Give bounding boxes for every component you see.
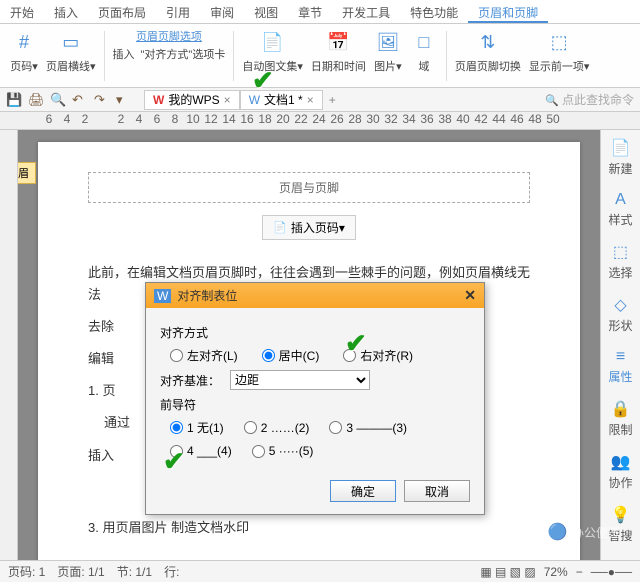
dropdown-icon[interactable]: ▾: [116, 92, 132, 108]
field-button[interactable]: □域: [406, 28, 442, 83]
autotext-icon: 📄: [259, 28, 287, 56]
undo-icon[interactable]: ↶: [72, 92, 88, 108]
body-text: 3. 用页眉图片 制造文档水印: [88, 517, 530, 539]
limit-icon: 🔒: [611, 399, 631, 419]
panel-limit[interactable]: 🔒限制: [608, 399, 632, 438]
prev-icon: ⬚: [545, 28, 573, 56]
ribbon-tabs: 开始 插入 页面布局 引用 审阅 视图 章节 开发工具 特色功能 页眉和页脚: [0, 0, 640, 24]
radio-leader-2[interactable]: 2 ……(2): [244, 419, 310, 436]
calendar-icon: 📅: [324, 28, 352, 56]
add-tab-button[interactable]: +: [323, 93, 342, 107]
document-tabs: W我的WPS× W文档1 *× +: [144, 88, 342, 111]
align-label: 对齐方式: [160, 324, 470, 341]
tab-insert[interactable]: 插入: [44, 0, 88, 23]
tab-view[interactable]: 视图: [244, 0, 288, 23]
pagenum-icon: #: [10, 28, 38, 56]
separator: [446, 31, 447, 81]
right-panel: 📄新建 A样式 ⬚选择 ◇形状 ≡属性 🔒限制 👥协作 💡智搜: [600, 130, 640, 560]
separator: [233, 31, 234, 81]
horizontal-ruler[interactable]: 6422468101214161820222426283032343638404…: [0, 112, 640, 130]
checkmark-icon: ✔: [163, 446, 185, 477]
status-bar: 页码: 1 页面: 1/1 节: 1/1 行: ▦ ▤ ▧ ▨ 72% − ──…: [0, 560, 640, 582]
headerline-icon: ▭: [57, 28, 85, 56]
switch-button[interactable]: ⇅页眉页脚切换: [451, 28, 525, 83]
ribbon-body: #页码▾ ▭页眉横线▾ 页眉页脚选项插入"对齐方式"选项卡 📄自动图文集▾ 📅日…: [0, 24, 640, 88]
align-tab-dialog: W对齐制表位✕ 对齐方式 左对齐(L) 居中(C) 右对齐(R) 对齐基准：边距…: [145, 282, 485, 515]
panel-new[interactable]: 📄新建: [608, 138, 632, 177]
command-search[interactable]: 🔍 点此查找命令: [545, 91, 634, 108]
header-tag: 页眉: [18, 162, 36, 184]
tab-feature[interactable]: 特色功能: [400, 0, 468, 23]
field-icon: □: [410, 28, 438, 56]
options-link[interactable]: 页眉页脚选项插入"对齐方式"选项卡: [109, 28, 230, 83]
baseline-label: 对齐基准：: [160, 372, 220, 389]
close-icon[interactable]: ×: [307, 93, 314, 107]
panel-prop[interactable]: ≡属性: [608, 348, 632, 385]
tab-ref[interactable]: 引用: [156, 0, 200, 23]
picture-icon: 🖼: [374, 28, 402, 56]
panel-shape[interactable]: ◇形状: [608, 295, 632, 334]
save-icon[interactable]: 💾: [6, 92, 22, 108]
headerline-button[interactable]: ▭页眉横线▾: [42, 28, 100, 83]
prop-icon: ≡: [616, 348, 625, 366]
insert-pagenum-button[interactable]: 📄 插入页码▾: [262, 215, 356, 240]
preview-icon[interactable]: 🔍: [50, 92, 66, 108]
tab-layout[interactable]: 页面布局: [88, 0, 156, 23]
datetime-button[interactable]: 📅日期和时间: [307, 28, 370, 83]
dialog-titlebar[interactable]: W对齐制表位✕: [146, 283, 484, 308]
radio-leader-1[interactable]: 1 无(1): [170, 419, 224, 436]
shape-icon: ◇: [614, 295, 626, 315]
switch-icon: ⇅: [474, 28, 502, 56]
tab-review[interactable]: 审阅: [200, 0, 244, 23]
ok-button[interactable]: 确定: [330, 480, 396, 502]
tab-section[interactable]: 章节: [288, 0, 332, 23]
quick-access-toolbar: 💾 🖨 🔍 ↶ ↷ ▾ W我的WPS× W文档1 *× + 🔍 点此查找命令: [0, 88, 640, 112]
leader-label: 前导符: [160, 396, 470, 413]
close-icon[interactable]: ✕: [464, 287, 476, 304]
vertical-ruler[interactable]: [0, 130, 18, 560]
pagenum-button[interactable]: #页码▾: [6, 28, 42, 83]
panel-style[interactable]: A样式: [608, 191, 632, 228]
cancel-button[interactable]: 取消: [404, 480, 470, 502]
picture-button[interactable]: 🖼图片▾: [370, 28, 406, 83]
radio-leader-5[interactable]: 5 ·····(5): [252, 444, 314, 458]
radio-align-center[interactable]: 居中(C): [262, 347, 320, 364]
panel-collab[interactable]: 👥协作: [608, 452, 632, 491]
checkmark-icon: ✔: [345, 328, 367, 359]
separator: [104, 31, 105, 81]
collab-icon: 👥: [611, 452, 631, 472]
radio-align-left[interactable]: 左对齐(L): [170, 347, 238, 364]
baseline-select[interactable]: 边距: [230, 370, 370, 390]
close-icon[interactable]: ×: [224, 93, 231, 107]
panel-select[interactable]: ⬚选择: [608, 242, 632, 281]
print-icon[interactable]: 🖨: [28, 92, 44, 108]
new-icon: 📄: [611, 138, 631, 158]
doctab-mywps[interactable]: W我的WPS×: [144, 90, 240, 110]
showprev-button[interactable]: ⬚显示前一项▾: [525, 28, 594, 83]
watermark: 🔵 办公便签: [548, 522, 620, 542]
header-region[interactable]: 页眉与页脚: [88, 172, 530, 203]
select-icon: ⬚: [613, 242, 628, 262]
tab-start[interactable]: 开始: [0, 0, 44, 23]
tab-header-footer[interactable]: 页眉和页脚: [468, 0, 548, 23]
checkmark-icon: ✔: [252, 65, 274, 96]
tab-dev[interactable]: 开发工具: [332, 0, 400, 23]
style-icon: A: [615, 191, 626, 209]
redo-icon[interactable]: ↷: [94, 92, 110, 108]
radio-leader-3[interactable]: 3 ———(3): [329, 419, 407, 436]
